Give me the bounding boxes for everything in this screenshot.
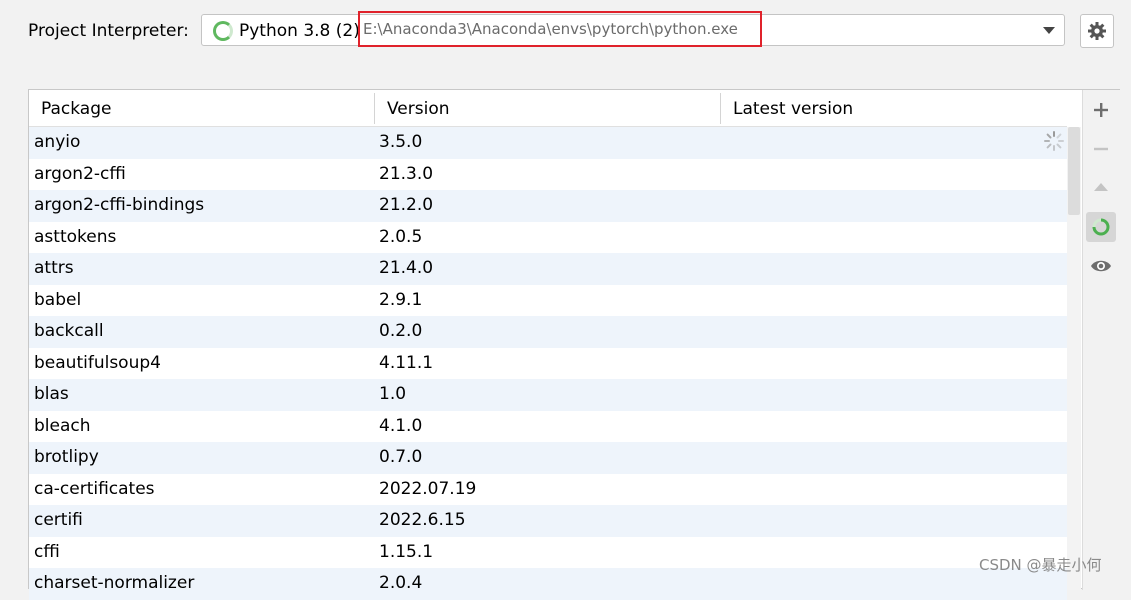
csdn-watermark: CSDN @暴走小何 — [979, 556, 1102, 574]
packages-toolbar — [1082, 90, 1120, 590]
column-header-version[interactable]: Version — [375, 90, 720, 126]
package-version: 2022.07.19 — [379, 478, 477, 499]
packages-table: Package Version Latest version anyio 3.5.… — [28, 89, 1120, 600]
loading-spinner-icon — [1092, 218, 1110, 236]
interpreter-dropdown[interactable]: Python 3.8 (2) E:\Anaconda3\Anaconda\env… — [201, 11, 1065, 47]
table-header: Package Version Latest version — [29, 90, 1067, 127]
column-header-latest-version[interactable]: Latest version — [721, 90, 1067, 126]
package-version: 1.0 — [379, 384, 407, 404]
upgrade-arrow-icon — [1094, 183, 1108, 191]
loading-spinner-icon — [213, 21, 233, 41]
package-version: 21.2.0 — [379, 195, 434, 215]
table-row[interactable]: asttokens 2.0.5 — [29, 221, 1067, 253]
package-name: anyio — [34, 132, 81, 152]
package-version: 2.9.1 — [379, 289, 423, 310]
package-name: blas — [34, 384, 69, 404]
package-version: 4.1.0 — [379, 415, 423, 436]
table-row[interactable]: brotlipy 0.7.0 — [29, 442, 1067, 474]
eye-icon — [1091, 260, 1111, 272]
table-row[interactable]: anyio 3.5.0 — [29, 127, 1067, 159]
package-version: 2.0.5 — [379, 226, 423, 247]
show-early-releases-button[interactable] — [1086, 251, 1116, 281]
package-name: babel — [34, 289, 82, 310]
table-row[interactable]: ca-certificates 2022.07.19 — [29, 473, 1067, 505]
table-row[interactable]: babel 2.9.1 — [29, 284, 1067, 316]
interpreter-name: Python 3.8 (2) — [239, 21, 360, 41]
package-version: 21.4.0 — [379, 258, 434, 278]
interpreter-settings-button[interactable] — [1080, 14, 1114, 48]
package-version: 3.5.0 — [379, 132, 423, 152]
package-name: attrs — [34, 258, 74, 278]
package-version: 1.15.1 — [379, 541, 434, 562]
interpreter-label: Project Interpreter: — [28, 21, 189, 41]
package-name: backcall — [34, 321, 104, 341]
vertical-scrollbar[interactable] — [1067, 127, 1081, 590]
table-row[interactable]: bleach 4.1.0 — [29, 410, 1067, 442]
table-row[interactable]: backcall 0.2.0 — [29, 316, 1067, 348]
chevron-down-icon[interactable] — [1043, 27, 1055, 34]
table-row[interactable]: argon2-cffi-bindings 21.2.0 — [29, 190, 1067, 222]
package-version: 2022.6.15 — [379, 510, 466, 530]
install-package-button[interactable] — [1086, 95, 1116, 125]
uninstall-package-button[interactable] — [1086, 134, 1116, 164]
busy-spinner-icon — [1044, 131, 1064, 151]
table-row[interactable]: beautifulsoup4 4.11.1 — [29, 347, 1067, 379]
package-version: 4.11.1 — [379, 352, 434, 373]
package-name: charset-normalizer — [34, 573, 195, 593]
package-version: 0.2.0 — [379, 321, 423, 341]
package-name: argon2-cffi — [34, 163, 126, 184]
table-row[interactable]: cffi 1.15.1 — [29, 536, 1067, 568]
package-version: 21.3.0 — [379, 163, 434, 184]
table-row[interactable]: attrs 21.4.0 — [29, 253, 1067, 285]
table-row[interactable]: charset-normalizer 2.0.4 — [29, 568, 1067, 600]
package-version: 2.0.4 — [379, 573, 423, 593]
table-row[interactable]: argon2-cffi 21.3.0 — [29, 158, 1067, 190]
interpreter-path: E:\Anaconda3\Anaconda\envs\pytorch\pytho… — [358, 11, 762, 47]
package-rows: anyio 3.5.0 argon2-cffi 21.3.0 argon2-cffi… — [29, 127, 1067, 600]
package-name: asttokens — [34, 226, 117, 247]
table-row[interactable]: blas 1.0 — [29, 379, 1067, 411]
package-version: 0.7.0 — [379, 447, 423, 467]
package-name: brotlipy — [34, 447, 99, 467]
gear-icon — [1088, 22, 1106, 40]
scrollbar-thumb[interactable] — [1068, 127, 1080, 215]
column-header-package[interactable]: Package — [29, 90, 374, 126]
refresh-packages-button[interactable] — [1086, 212, 1116, 242]
package-name: certifi — [34, 510, 83, 530]
minus-icon — [1094, 147, 1108, 151]
table-row[interactable]: certifi 2022.6.15 — [29, 505, 1067, 537]
plus-icon — [1094, 103, 1108, 117]
package-name: bleach — [34, 415, 91, 436]
upgrade-package-button[interactable] — [1086, 173, 1116, 203]
package-name: argon2-cffi-bindings — [34, 195, 205, 215]
package-name: ca-certificates — [34, 478, 155, 499]
package-name: cffi — [34, 541, 60, 562]
package-name: beautifulsoup4 — [34, 352, 161, 373]
